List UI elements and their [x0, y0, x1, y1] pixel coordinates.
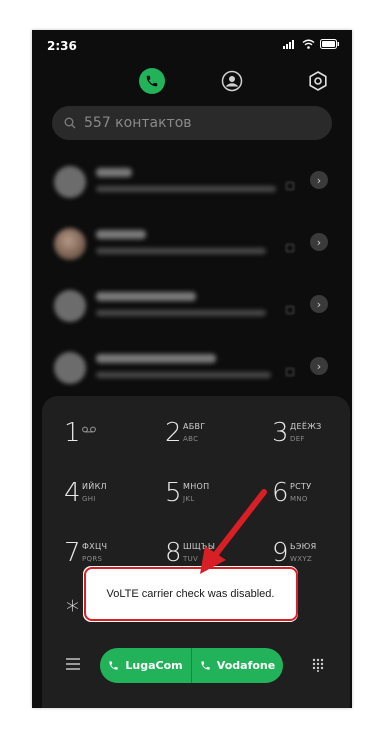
key-letters: ЬЭЮЯ [290, 542, 317, 551]
wifi-icon [302, 39, 315, 49]
key-letters: ФХЦЧ [82, 542, 108, 551]
key-digit: 1 [64, 418, 81, 448]
dial-key-4[interactable]: 4 ИЙКЛ GHI [64, 478, 154, 518]
search-bar[interactable]: 557 контактов [52, 106, 332, 140]
key-latin: WXYZ [290, 555, 312, 563]
key-latin: TUV [183, 555, 199, 563]
avatar [54, 228, 86, 260]
search-placeholder: 557 контактов [84, 115, 192, 131]
signal-icon [283, 40, 294, 49]
contact-details-button[interactable]: › [310, 233, 328, 251]
search-icon [64, 117, 76, 129]
key-latin: MNO [290, 495, 308, 503]
key-letters: ДЕЁЖЗ [290, 422, 322, 431]
status-time: 2:36 [47, 39, 77, 53]
contact-name-blurred [96, 230, 146, 239]
key-letters: АБВГ [183, 422, 206, 431]
voicemail-icon [82, 426, 96, 433]
top-tabs [32, 68, 352, 98]
key-digit: 3 [272, 418, 289, 448]
contact-details-button[interactable]: › [310, 171, 328, 189]
sim-indicator [286, 368, 294, 376]
menu-icon[interactable] [66, 658, 80, 670]
chevron-right-icon: › [316, 359, 322, 373]
list-item[interactable]: › [32, 220, 352, 282]
contact-detail-blurred [96, 186, 276, 192]
chevron-right-icon: › [316, 297, 322, 311]
key-latin: PQRS [82, 555, 103, 563]
battery-icon [320, 39, 339, 49]
sim-indicator [286, 182, 294, 190]
dial-key-2[interactable]: 2 АБВГ ABC [165, 418, 255, 458]
list-item[interactable]: › [32, 282, 352, 344]
dial-key-3[interactable]: 3 ДЕЁЖЗ DEF [272, 418, 352, 458]
keypad-icon[interactable] [312, 658, 324, 672]
call-sim2-label: Vodafone [216, 659, 276, 672]
chevron-right-icon: › [316, 235, 322, 249]
key-letters: МНОП [183, 482, 210, 491]
key-digit: 6 [272, 478, 289, 508]
contact-details-button[interactable]: › [310, 295, 328, 313]
avatar [54, 166, 86, 198]
key-digit: 8 [165, 538, 182, 568]
status-icons [283, 39, 340, 49]
call-button-group: LugaCom Vodafone [100, 648, 283, 683]
call-sim1-label: LugaCom [125, 659, 183, 672]
key-digit: 2 [165, 418, 182, 448]
contact-name-blurred [96, 354, 216, 363]
contact-detail-blurred [96, 248, 266, 254]
key-digit: 7 [64, 538, 81, 568]
contact-name-blurred [96, 168, 132, 177]
key-digit: 5 [165, 478, 182, 508]
phone-call-icon [201, 661, 210, 670]
key-latin: GHI [82, 495, 96, 503]
sim-indicator [286, 244, 294, 252]
dial-key-6[interactable]: 6 РСТУ MNO [272, 478, 352, 518]
dialpad: 1 2 АБВГ ABC 3 ДЕЁЖЗ DEF 4 ИЙКЛ GHI 5 МН… [42, 396, 350, 708]
key-latin: JKL [183, 495, 195, 503]
settings-gear-icon [309, 71, 327, 91]
phone-call-icon [109, 661, 118, 670]
avatar [54, 290, 86, 322]
status-bar: 2:36 [32, 30, 352, 60]
key-letters: РСТУ [290, 482, 312, 491]
dial-key-5[interactable]: 5 МНОП JKL [165, 478, 255, 518]
chevron-right-icon: › [316, 173, 322, 187]
phone-tab-icon [146, 75, 158, 87]
tab-contacts[interactable] [219, 68, 245, 94]
list-item[interactable]: › [32, 158, 352, 220]
key-digit: 9 [272, 538, 289, 568]
key-latin: DEF [290, 435, 305, 443]
contact-details-button[interactable]: › [310, 357, 328, 375]
dialpad-bottom-bar: LugaCom Vodafone [42, 646, 350, 686]
key-letters: ШЩЪЫ [183, 542, 216, 551]
key-letters: ИЙКЛ [82, 482, 107, 491]
key-digit: * [66, 596, 79, 626]
contact-list: › › › › [32, 158, 352, 406]
contact-detail-blurred [96, 372, 271, 378]
contacts-tab-icon [221, 70, 243, 92]
contact-detail-blurred [96, 310, 266, 316]
key-digit: 4 [64, 478, 81, 508]
dial-key-1[interactable]: 1 [64, 418, 154, 458]
tab-phone[interactable] [139, 68, 165, 94]
phone-screen: 2:36 557 контактов › › › › 1 2 АБВГ ABC … [32, 30, 352, 708]
call-sim2-button[interactable]: Vodafone [192, 648, 283, 683]
call-sim1-button[interactable]: LugaCom [100, 648, 191, 683]
contact-name-blurred [96, 292, 196, 301]
key-latin: ABC [183, 435, 199, 443]
tab-settings[interactable] [305, 68, 331, 94]
highlight-frame [84, 567, 298, 621]
avatar [54, 352, 86, 384]
sim-indicator [286, 306, 294, 314]
